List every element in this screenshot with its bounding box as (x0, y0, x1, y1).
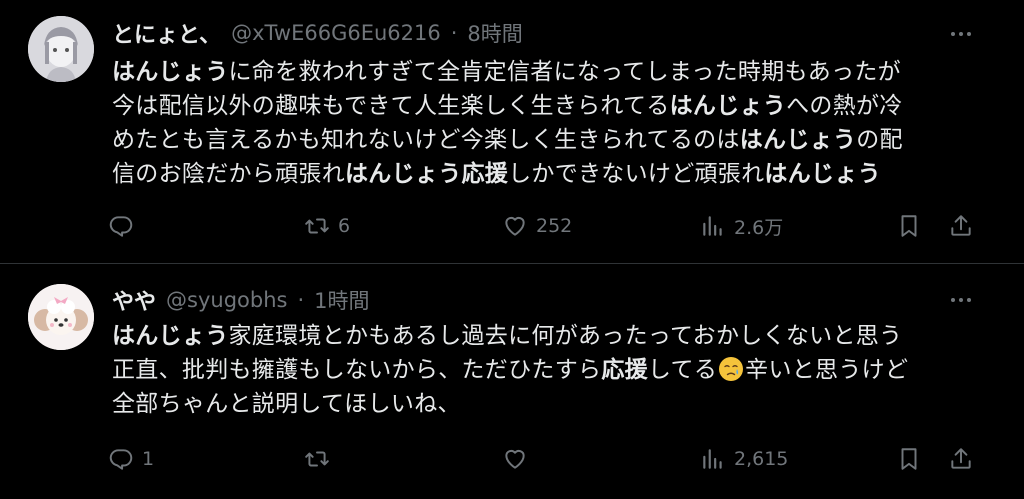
post-text-line: はんじょうに命を救われすぎて全肯定信者になってしまった時期もあったが (112, 55, 992, 89)
share-icon (951, 215, 971, 236)
user-handle[interactable]: @syugobhs (166, 288, 287, 312)
retweet-icon (305, 218, 329, 234)
separator-dot: · (450, 21, 458, 45)
highlighted-text: はんじょう (764, 161, 881, 187)
like-button[interactable] (502, 443, 536, 475)
post-timestamp[interactable]: 8時間 (467, 18, 522, 48)
text-run: 正直、批判も擁護もしないから、ただひたすら (112, 357, 602, 383)
text-run: に命を救われすぎて全肯定信者になってしまった時期もあったが (228, 59, 901, 85)
post[interactable]: やや @syugobhs · 1時間 はんじょう家庭環境とかもあるし過去に何があ… (0, 264, 1024, 499)
avatar-poodle-icon (28, 284, 94, 350)
retweet-button[interactable]: 6 (304, 210, 350, 242)
more-options-button[interactable] (946, 288, 976, 312)
reply-count: 1 (142, 448, 155, 470)
post-text-line: 信のお陰だから頑張れはんじょう応援しかできないけど頑張れはんじょう (112, 157, 992, 191)
highlighted-text: はんじょう (112, 59, 229, 85)
text-run: 信のお陰だから頑張れ (112, 161, 345, 187)
more-dots-icon (951, 298, 955, 302)
retweet-count: 6 (338, 215, 351, 237)
view-count: 2,615 (734, 448, 789, 470)
text-run: 全部ちゃんと説明してほしいね、 (112, 391, 461, 417)
text-run: めたとも言えるかも知れないけど今楽しく生きられてるのは (112, 127, 740, 153)
bookmark-icon (901, 448, 917, 470)
share-icon (951, 448, 971, 469)
post-header: とにょと、 @xTwE66G6Eu6216 · 8時間 (112, 16, 523, 50)
post-text-line: はんじょう家庭環境とかもあるし過去に何があったっておかしくないと思う (112, 319, 992, 353)
more-dot (967, 32, 971, 36)
share-button[interactable] (948, 210, 974, 242)
like-count: 252 (536, 215, 573, 237)
bookmark-button[interactable] (896, 210, 922, 242)
more-dots-icon (951, 32, 955, 36)
views-button[interactable]: 2,615 (700, 443, 788, 475)
highlighted-text: はんじょう応援 (345, 161, 509, 187)
highlighted-text: はんじょう (669, 93, 787, 119)
text-run: の配 (856, 127, 903, 153)
crying-face-emoji-icon (719, 357, 744, 381)
more-dot (959, 32, 963, 36)
text-run: への熱が冷 (786, 93, 903, 119)
heart-icon (505, 449, 525, 469)
more-options-button[interactable] (946, 22, 976, 46)
reply-icon (109, 449, 133, 470)
retweet-icon (305, 451, 329, 467)
post-text-line: 今は配信以外の趣味もできて人生楽しく生きられてるはんじょうへの熱が冷 (112, 89, 992, 123)
share-button[interactable] (948, 443, 974, 475)
display-name[interactable]: とにょと、 (112, 17, 221, 49)
post-text-line: 正直、批判も擁護もしないから、ただひたすら応援してる 辛いと思うけど (112, 353, 992, 387)
views-chart-icon (703, 449, 722, 469)
more-dot (959, 298, 963, 302)
separator-dot: · (297, 288, 305, 312)
text-run: してる (647, 357, 718, 383)
action-bar: 1 2,615 (0, 443, 1024, 475)
bookmark-button[interactable] (896, 443, 922, 475)
views-chart-icon (703, 216, 722, 236)
bookmark-icon (901, 215, 917, 237)
highlighted-text: はんじょう (739, 127, 857, 153)
highlighted-text: はんじょう (112, 323, 229, 349)
timeline-feed: とにょと、 @xTwE66G6Eu6216 · 8時間 はんじょうに命を救われす… (0, 0, 1024, 499)
post-text-line: めたとも言えるかも知れないけど今楽しく生きられてるのははんじょうの配 (112, 123, 992, 157)
retweet-button[interactable] (304, 443, 338, 475)
reply-icon (109, 216, 133, 237)
heart-icon (505, 216, 525, 236)
reply-button[interactable] (108, 210, 142, 242)
post-text-line: 全部ちゃんと説明してほしいね、 (112, 387, 992, 421)
post-text: はんじょう家庭環境とかもあるし過去に何があったっておかしくないと思う 正直、批判も… (112, 319, 992, 421)
reply-button[interactable]: 1 (108, 443, 154, 475)
more-dot (967, 298, 971, 302)
action-bar: 6 252 2.6万 (0, 210, 1024, 242)
avatar[interactable] (28, 284, 94, 350)
post[interactable]: とにょと、 @xTwE66G6Eu6216 · 8時間 はんじょうに命を救われす… (0, 0, 1024, 263)
text-run: 今は配信以外の趣味もできて人生楽しく生きられてる (112, 93, 670, 119)
text-run: 家庭環境とかもあるし過去に何があったっておかしくないと思う (228, 323, 903, 349)
text-run: 辛いと思うけど (745, 357, 909, 383)
post-text: はんじょうに命を救われすぎて全肯定信者になってしまった時期もあったが 今は配信以外… (112, 55, 992, 191)
views-button[interactable]: 2.6万 (700, 210, 783, 242)
post-header: やや @syugobhs · 1時間 (112, 283, 370, 317)
post-timestamp[interactable]: 1時間 (314, 285, 369, 315)
view-count: 2.6万 (734, 216, 784, 239)
avatar[interactable] (28, 16, 94, 82)
avatar-drawing-icon (28, 16, 94, 82)
display-name[interactable]: やや (112, 284, 156, 316)
user-handle[interactable]: @xTwE66G6Eu6216 (231, 21, 441, 45)
highlighted-text: 応援 (601, 357, 648, 383)
text-run: しかできないけど頑張れ (508, 161, 765, 187)
like-button[interactable]: 252 (502, 210, 572, 242)
